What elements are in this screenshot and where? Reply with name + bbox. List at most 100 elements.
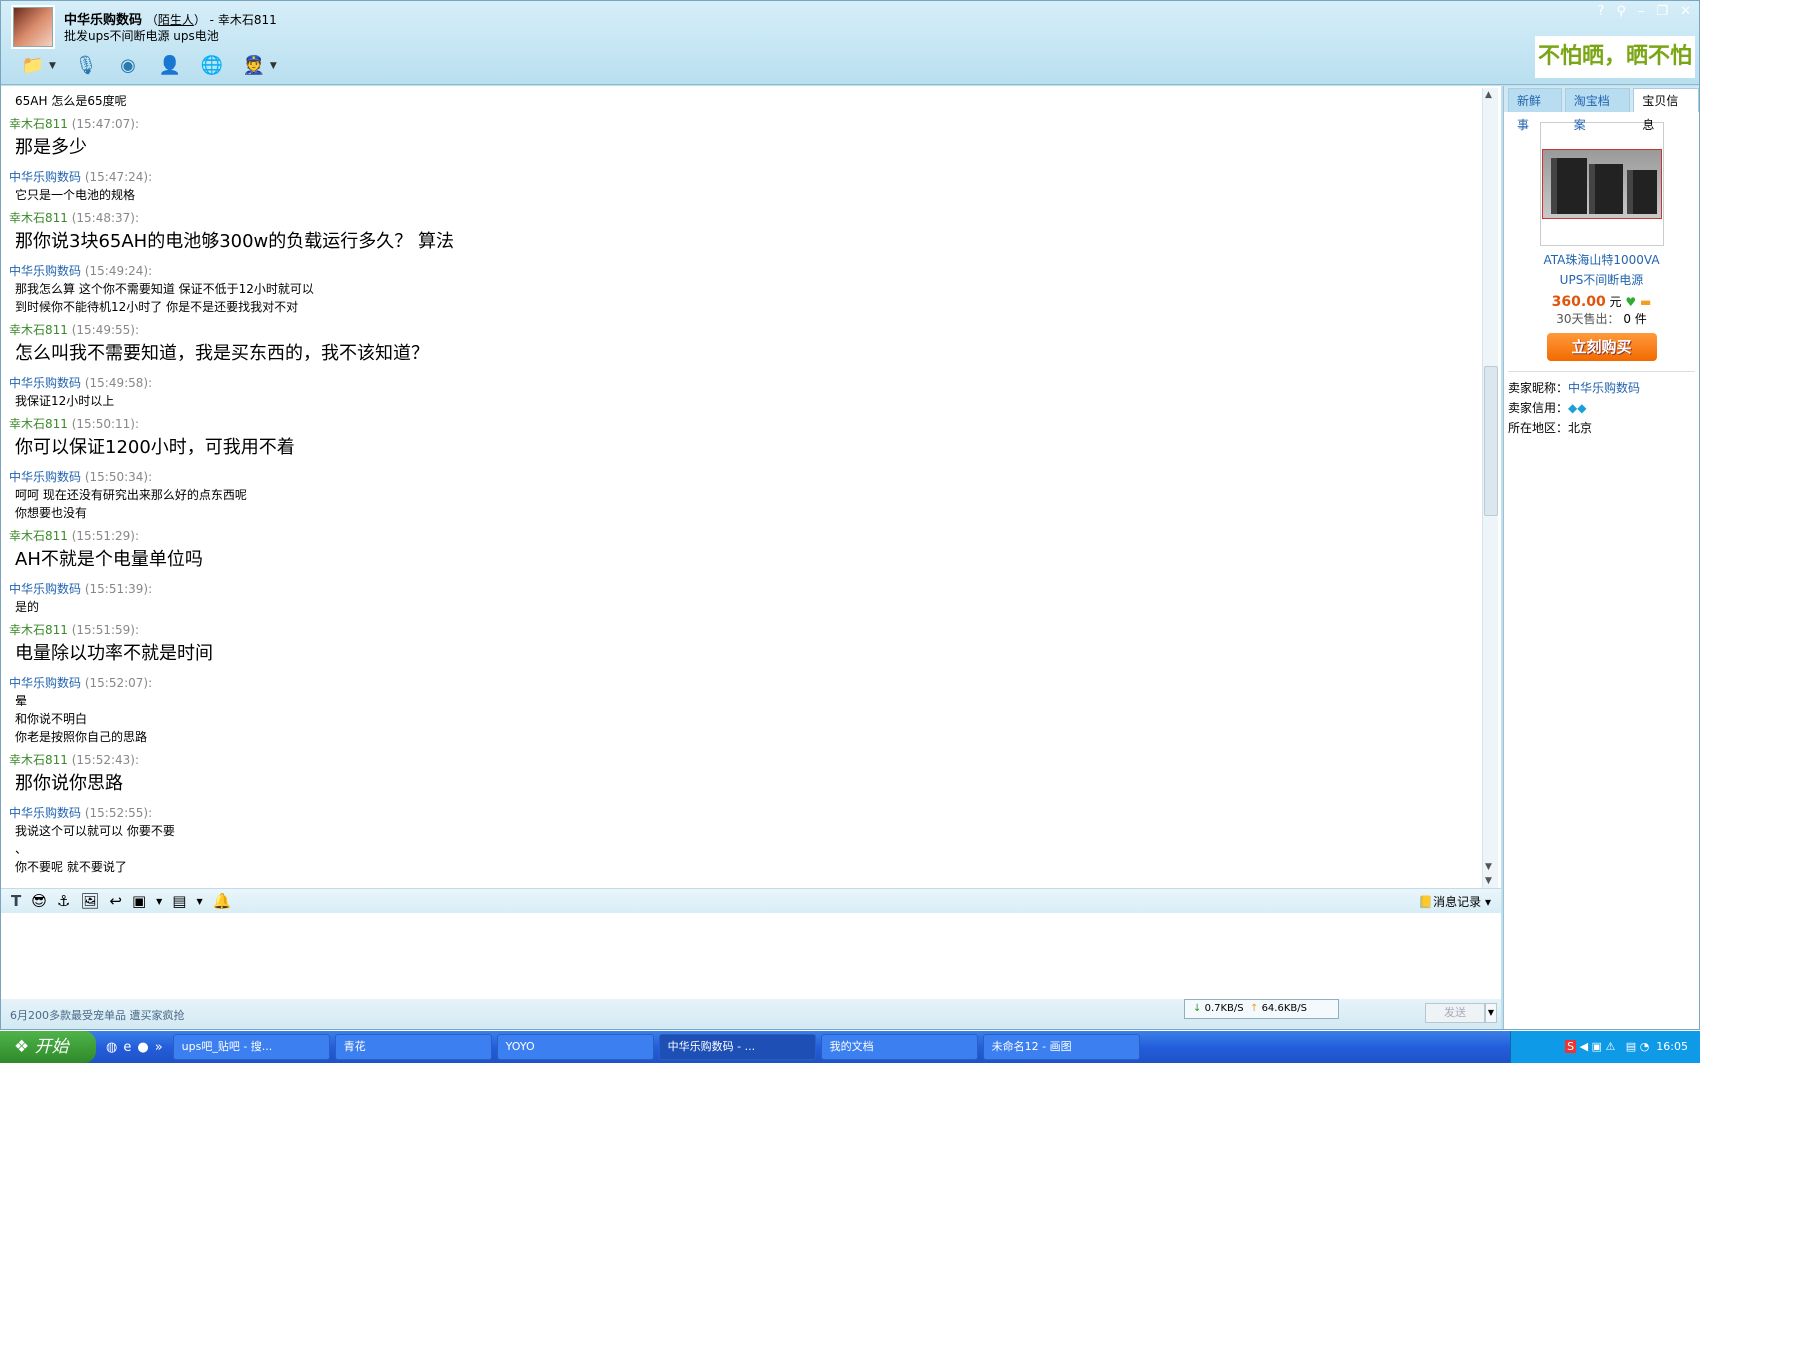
taskbar-item[interactable]: YOYO <box>496 1034 654 1060</box>
add-contact-icon[interactable]: 👤 <box>158 55 182 77</box>
send-options-dropdown[interactable]: ▼ <box>1485 1003 1497 1023</box>
sender-name[interactable]: 中华乐购数码 <box>9 376 81 390</box>
scroll-thumb[interactable] <box>1484 366 1498 516</box>
start-button[interactable]: ❖ 开始 <box>0 1031 96 1063</box>
taskbar-item[interactable]: ups吧_贴吧 - 搜... <box>172 1034 330 1060</box>
chat-message: 幸木石811 (15:47:07): 那是多少 <box>9 115 1493 163</box>
app-icon[interactable]: 👮 <box>242 55 266 77</box>
sender-name[interactable]: 幸木石811 <box>9 211 68 225</box>
chevron-down-icon[interactable]: ▼ <box>270 61 277 71</box>
seller-link[interactable]: 中华乐购数码 <box>1568 381 1640 395</box>
taskbar-item[interactable]: 青花 <box>334 1034 492 1060</box>
ie-icon[interactable]: e <box>123 1040 131 1055</box>
video-icon[interactable]: ◉ <box>116 55 140 77</box>
taskbar-item[interactable]: 我的文档 <box>820 1034 978 1060</box>
chevron-down-icon[interactable]: ▼ <box>49 61 56 71</box>
pin-icon[interactable]: ⚲ <box>1616 4 1626 19</box>
seller-info: 卖家昵称：中华乐购数码 卖家信用：◆◆ 所在地区：北京 <box>1508 371 1695 438</box>
scrollbar[interactable]: ▲ ▼ ▼ <box>1482 88 1498 888</box>
remote-assist-icon[interactable]: 🌐 <box>200 55 224 77</box>
font-icon[interactable]: T <box>11 892 21 910</box>
tray-s-icon[interactable]: S <box>1565 1040 1577 1053</box>
shake-icon[interactable]: ⚓ <box>57 892 70 910</box>
sender-name[interactable]: 中华乐购数码 <box>9 582 81 596</box>
transfer-speed: ↓ 0.7KB/S ↑ 64.6KB/S <box>1184 999 1339 1019</box>
status-bar: 6月200多款最受宠单品 遭买家疯抢 ↓ 0.7KB/S ↑ 64.6KB/S … <box>1 999 1501 1029</box>
chat-message: 幸木石811 (15:52:43): 那你说你思路 <box>9 751 1493 799</box>
ad-banner[interactable]: 不怕晒，晒不怕 <box>1535 36 1695 78</box>
browser-icon[interactable]: ◍ <box>106 1040 117 1055</box>
message-header: 幸木石811 (15:51:29): <box>9 527 1493 545</box>
timestamp: (15:52:43): <box>71 753 140 767</box>
minimize-icon[interactable]: – <box>1638 4 1645 19</box>
product-image[interactable] <box>1539 122 1664 246</box>
chevron-down-icon[interactable]: ▼ <box>196 897 202 906</box>
message-text: 你可以保证1200小时，可我用不着 <box>15 437 295 458</box>
voice-icon[interactable]: 🎙 <box>74 55 98 77</box>
upload-icon: ↑ <box>1249 1003 1259 1014</box>
tab-item-info[interactable]: 宝贝信息 <box>1633 88 1700 132</box>
timestamp: (15:51:59): <box>71 623 140 637</box>
send-button[interactable]: 发送 <box>1425 1003 1485 1023</box>
currency: 元 <box>1609 295 1622 309</box>
timestamp: (15:47:24): <box>84 170 153 184</box>
sold-count: 30天售出： 0 件 <box>1504 310 1699 327</box>
consumer-protection-icon: ♥ <box>1625 295 1637 309</box>
emoji-icon[interactable]: 😎 <box>31 892 47 910</box>
more-icon[interactable]: » <box>155 1040 163 1055</box>
chat-message: 幸木石811 (15:48:37): 那你说3块65AH的电池够300w的负载运行… <box>9 209 1493 257</box>
media-icon[interactable]: ● <box>137 1040 148 1055</box>
send-file-icon[interactable]: 📁 <box>21 55 45 77</box>
contact-name[interactable]: 中华乐购数码 <box>64 13 142 28</box>
sender-name[interactable]: 中华乐购数码 <box>9 470 81 484</box>
sender-name[interactable]: 幸木石811 <box>9 117 68 131</box>
sender-name[interactable]: 幸木石811 <box>9 323 68 337</box>
message-text: 那是多少 <box>15 137 87 158</box>
history-button[interactable]: 📒消息记录 ▾ <box>1418 893 1491 910</box>
chevron-down-icon[interactable]: ▼ <box>156 897 162 906</box>
reply-icon[interactable]: ↩ <box>109 892 122 910</box>
message-header: 幸木石811 (15:49:55): <box>9 321 1493 339</box>
buy-now-button[interactable]: 立刻购买 <box>1546 333 1657 361</box>
scroll-down-icon[interactable]: ▼ <box>1485 862 1492 872</box>
relation-link[interactable]: 陌生人 <box>158 13 194 27</box>
bell-icon[interactable]: 🔔 <box>213 892 232 910</box>
scroll-up-icon[interactable]: ▲ <box>1485 90 1492 100</box>
message-header: 中华乐购数码 (15:47:24): <box>9 168 1493 186</box>
taskbar-item[interactable]: 中华乐购数码 - ... <box>658 1034 816 1060</box>
message-input[interactable] <box>1 913 1501 999</box>
image-icon[interactable]: 🖼 <box>80 892 99 910</box>
sender-name[interactable]: 中华乐购数码 <box>9 170 81 184</box>
music-icon[interactable]: ▤ <box>172 892 186 910</box>
ad-link[interactable]: 6月200多款最受宠单品 遭买家疯抢 <box>10 1007 185 1023</box>
side-tabs: 新鲜事 淘宝档案 宝贝信息 <box>1504 86 1700 132</box>
taskbar-item[interactable]: 未命名12 - 画图 <box>982 1034 1140 1060</box>
timestamp: (15:49:55): <box>71 323 140 337</box>
scroll-end-icon[interactable]: ▼ <box>1485 876 1492 886</box>
sender-name[interactable]: 中华乐购数码 <box>9 676 81 690</box>
window-title: 中华乐购数码 （陌生人） - 幸木石811 <box>64 13 277 28</box>
sender-name[interactable]: 中华乐购数码 <box>9 806 81 820</box>
price-value: 360.00 <box>1551 294 1606 310</box>
tab-news[interactable]: 新鲜事 <box>1508 88 1562 132</box>
sender-name[interactable]: 中华乐购数码 <box>9 264 81 278</box>
help-icon[interactable]: ? <box>1598 4 1605 19</box>
format-toolbar: T 😎 ⚓ 🖼 ↩ ▣ ▼ ▤ ▼ 🔔 📒消息记录 ▾ <box>1 888 1501 913</box>
chat-message: 中华乐购数码 (15:52:55): 我说这个可以就可以 你要不要、你不要呢 就不… <box>9 804 1493 876</box>
sender-name[interactable]: 幸木石811 <box>9 753 68 767</box>
sender-name[interactable]: 幸木石811 <box>9 529 68 543</box>
card-icon: ▬ <box>1639 295 1652 309</box>
close-icon[interactable]: ✕ <box>1680 4 1691 19</box>
sender-name[interactable]: 幸木石811 <box>9 417 68 431</box>
tab-taobao-profile[interactable]: 淘宝档案 <box>1564 88 1631 132</box>
chat-header: 中华乐购数码 （陌生人） - 幸木石811 批发ups不间断电源 ups电池 📁… <box>1 1 1699 85</box>
maximize-icon[interactable]: ❐ <box>1656 4 1668 19</box>
message-text: AH不就是个电量单位吗 <box>15 549 203 570</box>
contact-avatar[interactable] <box>13 7 53 47</box>
message-text: 65AH 怎么是65度呢 <box>15 94 127 108</box>
message-text: 那你说你思路 <box>15 773 123 794</box>
product-name[interactable]: ATA珠海山特1000VA UPS不间断电源 <box>1504 250 1699 290</box>
chat-message: 中华乐购数码 (15:49:24): 那我怎么算 这个你不需要知道 保证不低于12… <box>9 262 1493 316</box>
sender-name[interactable]: 幸木石811 <box>9 623 68 637</box>
screenshot-icon[interactable]: ▣ <box>132 892 146 910</box>
